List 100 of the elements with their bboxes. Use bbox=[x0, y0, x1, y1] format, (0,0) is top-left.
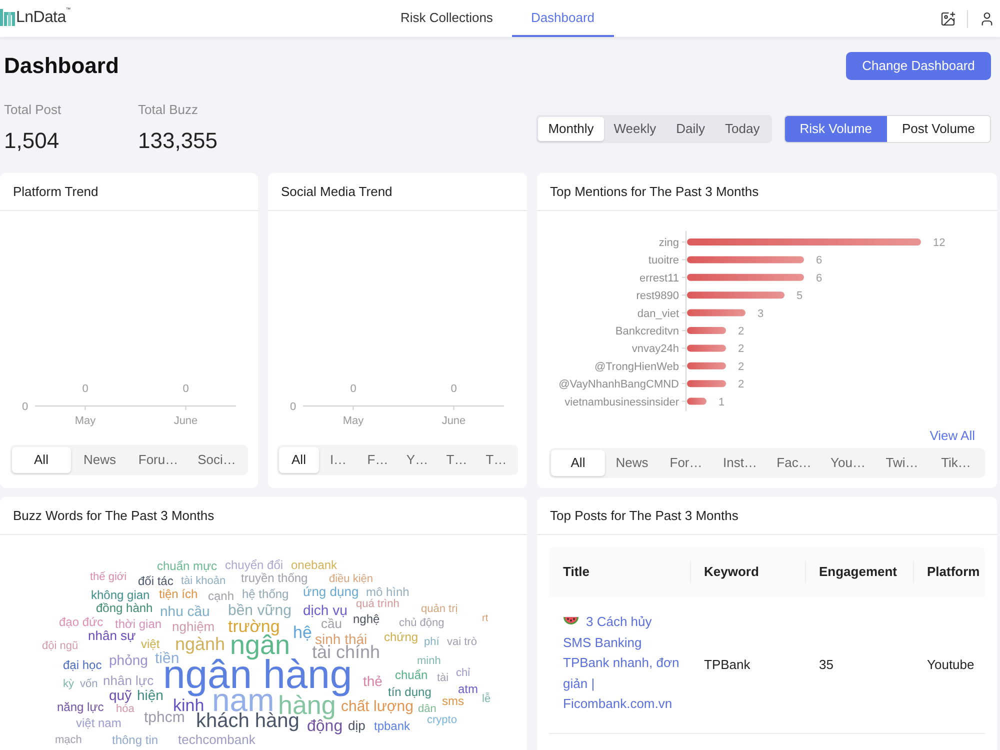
nav-tab[interactable]: Dashboard bbox=[512, 0, 614, 37]
nav-tab[interactable]: Risk Collections bbox=[381, 0, 512, 37]
axis-label: @VayNhanhBangCMND bbox=[558, 378, 679, 391]
axis-label: vietnambusinessinsider bbox=[564, 396, 679, 408]
buzz-word: kỳ bbox=[63, 678, 74, 690]
buzz-word: vai trò bbox=[447, 636, 477, 648]
axis-label: May bbox=[342, 415, 364, 427]
data-label: 5 bbox=[796, 290, 803, 302]
filter-tab[interactable]: Fac… bbox=[767, 450, 821, 476]
buzz-word: hóa bbox=[116, 704, 134, 715]
period-tab[interactable]: Today bbox=[715, 117, 770, 141]
bar bbox=[687, 309, 746, 316]
buzz-word: mạch bbox=[55, 734, 82, 746]
page-title: Dashboard bbox=[4, 55, 119, 77]
buzz-word: thông tin bbox=[112, 734, 158, 746]
buzz-word: chuẩn bbox=[395, 668, 428, 681]
filter-tab[interactable]: All bbox=[551, 450, 605, 476]
buzz-word: chỉ bbox=[456, 668, 470, 679]
buzz-word: bền vững bbox=[228, 603, 292, 618]
buzz-word: đạo đức bbox=[59, 616, 104, 628]
filter-tab[interactable]: Foru… bbox=[129, 447, 188, 473]
filter-tab[interactable]: News bbox=[605, 450, 659, 476]
buzz-word: nghệ bbox=[353, 612, 380, 625]
card-title: Buzz Words for The Past 3 Months bbox=[13, 506, 214, 525]
period-tab[interactable]: Weekly bbox=[604, 117, 666, 141]
buzz-word: đội ngũ bbox=[42, 640, 78, 652]
filter-tab[interactable]: All bbox=[12, 447, 70, 473]
metric-tab[interactable]: Risk Volume bbox=[784, 116, 887, 142]
filter-tab[interactable]: For… bbox=[659, 450, 713, 476]
buzz-word: chuyển đổi bbox=[225, 558, 284, 571]
filter-tab[interactable]: Soci… bbox=[188, 447, 246, 473]
buzz-word: tín dụng bbox=[388, 686, 432, 698]
table-cell-text: TPBank bbox=[704, 656, 750, 674]
axis-tick-label: 0 bbox=[290, 401, 296, 413]
buzz-word: nhân sự bbox=[88, 629, 136, 642]
period-tab[interactable]: Daily bbox=[666, 117, 716, 141]
data-label: 3 bbox=[758, 308, 764, 320]
buzz-word: minh bbox=[417, 656, 441, 667]
buzz-word: phí bbox=[424, 636, 440, 648]
buzz-word: hiện bbox=[137, 688, 164, 702]
buzz-word: truyền thống bbox=[241, 572, 308, 584]
buzz-word: thời gian bbox=[115, 618, 162, 630]
buzz-word: đồng hành bbox=[96, 602, 153, 614]
buzz-word: techcombank bbox=[178, 733, 256, 746]
axis-label: rest9890 bbox=[636, 290, 679, 302]
buzz-word: hệ bbox=[293, 624, 312, 642]
buzz-word: việt bbox=[141, 638, 160, 650]
filter-tab[interactable]: Tik… bbox=[929, 450, 983, 476]
table-cell-text: 35 bbox=[819, 656, 834, 674]
buzz-word: tphcm bbox=[144, 710, 185, 726]
buzz-word: rt bbox=[482, 614, 488, 624]
filter-tab[interactable]: You… bbox=[821, 450, 875, 476]
buzz-word: tài chính bbox=[312, 643, 380, 662]
filter-tab[interactable]: Y… bbox=[398, 447, 437, 473]
period-tab[interactable]: Monthly bbox=[538, 117, 604, 141]
buzz-word: thế giới bbox=[90, 572, 127, 583]
view-all-link[interactable]: View All bbox=[930, 428, 975, 444]
card-title: Top Mentions for The Past 3 Months bbox=[550, 182, 759, 201]
card-title: Top Posts for The Past 3 Months bbox=[550, 506, 738, 525]
card-title: Platform Trend bbox=[13, 182, 98, 201]
post-title-link[interactable]: 3 Cách hủy SMS Banking TPBank nhanh, đơn giản | Ficombank.com.vn bbox=[563, 612, 680, 714]
value-label: 0 bbox=[82, 383, 88, 395]
axis-label: dan_viet bbox=[637, 308, 679, 320]
buzz-word: crypto bbox=[427, 714, 457, 726]
axis-label: vnvay24h bbox=[632, 343, 679, 356]
buzz-word: onebank bbox=[291, 558, 338, 571]
filter-tab[interactable]: All bbox=[279, 447, 318, 473]
user-icon[interactable] bbox=[979, 10, 995, 26]
buzz-word: nhân lực bbox=[103, 674, 154, 688]
buzz-word: chủ động bbox=[399, 618, 444, 629]
data-label: 2 bbox=[738, 343, 744, 356]
stat-label: Total Buzz bbox=[138, 102, 199, 118]
axis-label: May bbox=[74, 415, 96, 427]
image-plus-icon[interactable] bbox=[940, 10, 956, 26]
filter-tab[interactable]: T… bbox=[476, 447, 516, 473]
value-label: 0 bbox=[350, 383, 356, 395]
filter-tab[interactable]: T… bbox=[437, 447, 476, 473]
change-dashboard-button[interactable]: Change Dashboard bbox=[846, 52, 991, 80]
filter-tab[interactable]: Inst… bbox=[713, 450, 767, 476]
filter-tab[interactable]: F… bbox=[358, 447, 398, 473]
buzz-word: vốn bbox=[80, 678, 98, 690]
table-cell-text: Youtube bbox=[927, 656, 974, 674]
buzz-word: tpbank bbox=[374, 720, 410, 732]
buzz-word: dịch vụ bbox=[303, 602, 348, 617]
filter-tab[interactable]: I… bbox=[318, 447, 358, 473]
watermelon-slice-icon bbox=[563, 616, 579, 627]
buzz-word: mô hình bbox=[366, 586, 410, 598]
bar bbox=[687, 362, 726, 370]
axis-label: June bbox=[442, 415, 466, 427]
bar bbox=[687, 380, 726, 388]
buzz-word: tài bbox=[437, 672, 449, 684]
buzz-word: đại học bbox=[63, 658, 102, 671]
buzz-word: dân bbox=[418, 704, 436, 715]
buzz-word: chất lượng bbox=[341, 699, 414, 714]
filter-tab[interactable]: Twi… bbox=[875, 450, 929, 476]
buzz-word: sinh thái bbox=[315, 632, 368, 646]
buzz-word: cầu bbox=[321, 617, 342, 630]
filter-tab[interactable]: News bbox=[70, 447, 129, 473]
column-header: Engagement bbox=[819, 563, 898, 582]
bar bbox=[687, 327, 726, 334]
